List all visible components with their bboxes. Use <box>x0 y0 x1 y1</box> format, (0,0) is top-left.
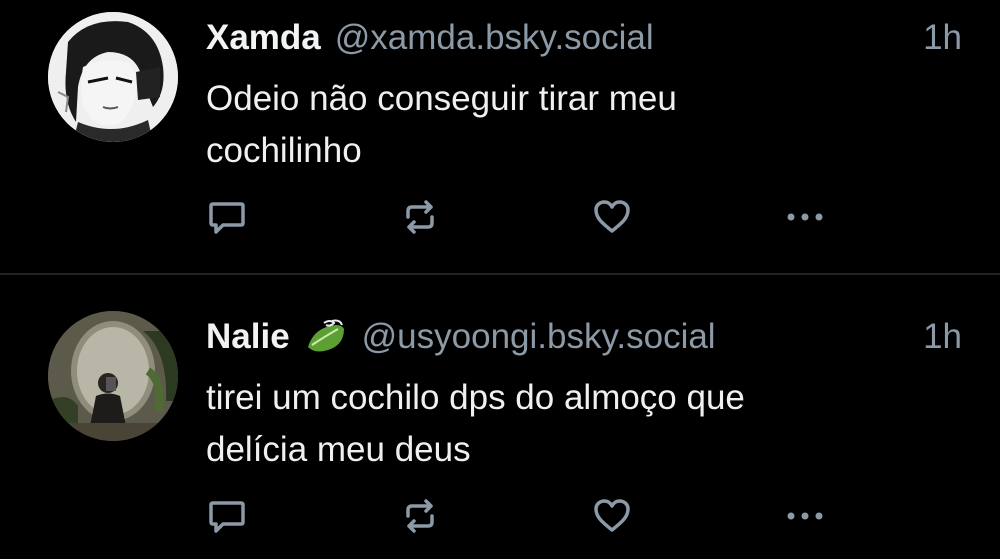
heart-icon <box>594 200 630 233</box>
post-text-line: delícia meu deus <box>206 430 471 469</box>
more-button[interactable] <box>780 192 830 242</box>
reply-button[interactable] <box>202 491 252 541</box>
like-button[interactable] <box>587 192 637 242</box>
comment-icon <box>209 501 245 533</box>
post-timestamp[interactable]: 1h <box>923 18 962 58</box>
author-handle[interactable]: @xamda.bsky.social <box>335 18 654 58</box>
heart-icon <box>594 499 630 532</box>
post-text: tirei um cochilo dps do almoço que delíc… <box>206 372 906 476</box>
avatar[interactable] <box>48 311 178 441</box>
post-item[interactable]: Nalie @usyoongi.bsky.social 1h tirei um … <box>0 275 1000 559</box>
post-text: Odeio não conseguir tirar meu cochilinho <box>206 73 906 177</box>
post-header: Xamda @xamda.bsky.social 1h <box>206 15 962 61</box>
avatar-illustration <box>48 12 178 142</box>
post-text-line: tirei um cochilo dps do almoço que <box>206 378 745 417</box>
post-timestamp[interactable]: 1h <box>923 317 962 357</box>
like-button[interactable] <box>587 491 637 541</box>
post-actions <box>200 491 840 541</box>
avatar[interactable] <box>48 12 178 142</box>
repost-icon <box>406 499 434 533</box>
more-button[interactable] <box>780 491 830 541</box>
post-item[interactable]: Xamda @xamda.bsky.social 1h Odeio não co… <box>0 0 1000 273</box>
post-header: Nalie @usyoongi.bsky.social 1h <box>206 314 962 360</box>
post-text-line: cochilinho <box>206 131 362 170</box>
more-icon <box>787 512 823 520</box>
repost-button[interactable] <box>395 192 445 242</box>
repost-icon <box>406 200 434 234</box>
author-handle[interactable]: @usyoongi.bsky.social <box>362 317 716 357</box>
author-name[interactable]: Xamda <box>206 18 321 58</box>
author-name[interactable]: Nalie <box>206 317 290 357</box>
repost-button[interactable] <box>395 491 445 541</box>
reply-button[interactable] <box>202 192 252 242</box>
post-actions <box>200 192 840 242</box>
more-icon <box>787 213 823 221</box>
avatar-photo <box>48 311 178 441</box>
post-text-line: Odeio não conseguir tirar meu <box>206 79 677 118</box>
comment-icon <box>209 202 245 234</box>
leaf-emoji-icon <box>304 317 348 357</box>
